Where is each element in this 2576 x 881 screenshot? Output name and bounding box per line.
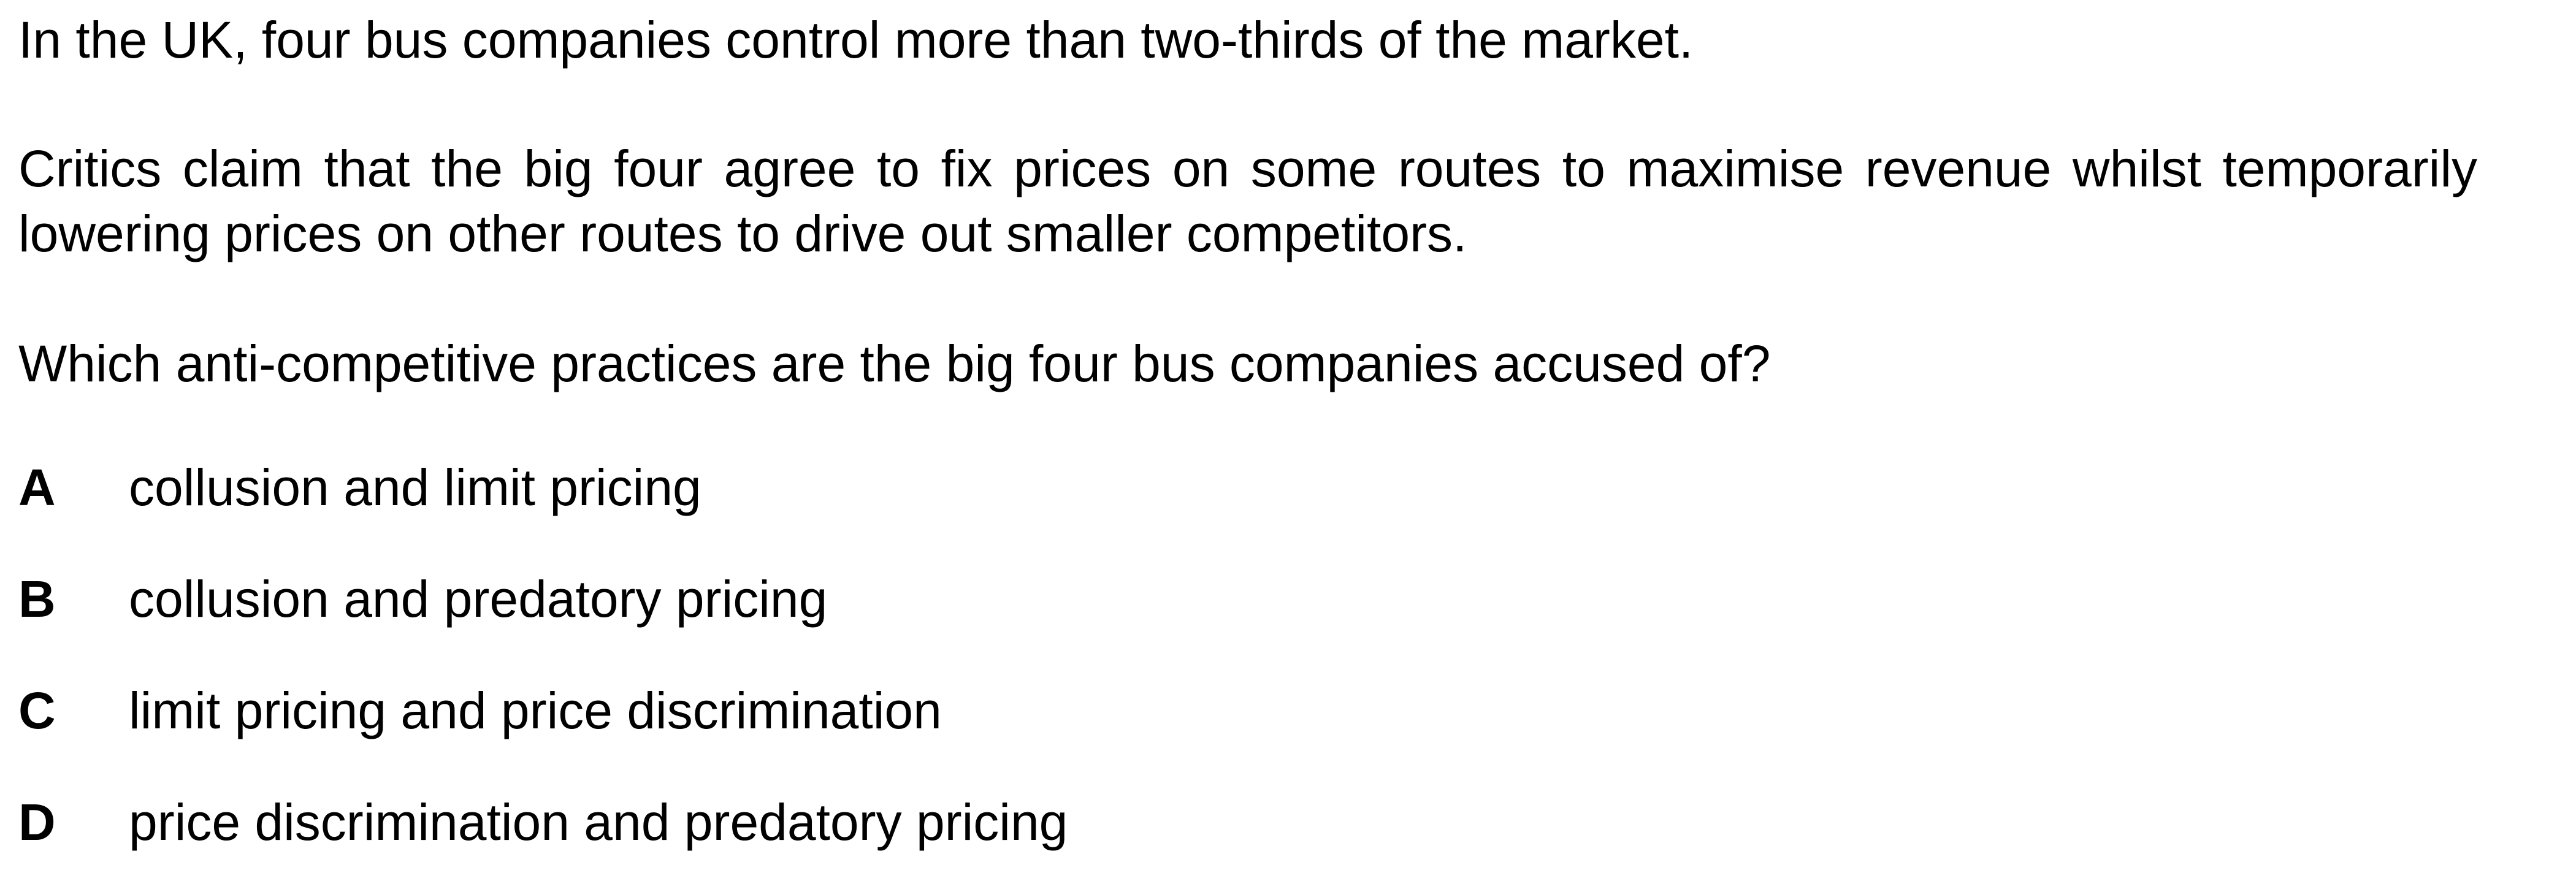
question-context: Critics claim that the big four agree to… (18, 140, 2477, 262)
question-prompt: Which anti-competitive practices are the… (18, 335, 1771, 392)
option-text: limit pricing and price discrimination (129, 682, 942, 739)
option-text: price discrimination and predatory prici… (129, 793, 1068, 851)
option-letter: D (18, 793, 56, 851)
option-text: collusion and predatory pricing (129, 570, 828, 628)
option-letter: C (18, 682, 56, 739)
option-letter: B (18, 570, 56, 628)
option-text: collusion and limit pricing (129, 459, 701, 516)
option-letter: A (18, 459, 56, 516)
question-intro: In the UK, four bus companies control mo… (18, 11, 1694, 69)
